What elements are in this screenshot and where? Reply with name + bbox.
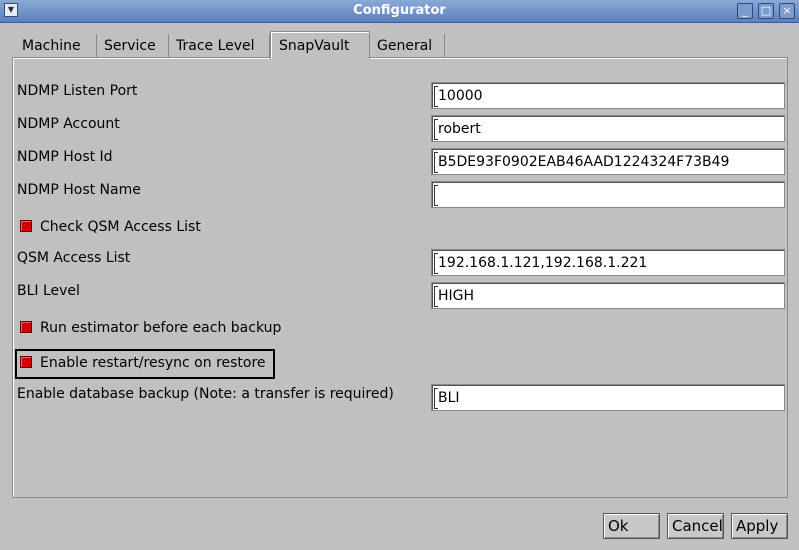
ndmp-listen-port-input[interactable] xyxy=(431,82,785,109)
enable-restart-label: Enable restart/resync on restore xyxy=(40,355,266,371)
tab-trace-level[interactable]: Trace Level xyxy=(168,34,270,58)
apply-button[interactable]: Apply xyxy=(731,513,788,539)
checkbox-checked-icon xyxy=(20,356,32,368)
database-backup-label: Enable database backup (Note: a transfer… xyxy=(17,386,394,402)
tab-snapvault[interactable]: SnapVault xyxy=(270,31,370,59)
minimize-icon[interactable]: _ xyxy=(737,3,753,19)
qsm-access-list-label: QSM Access List xyxy=(17,250,131,266)
checkbox-checked-icon xyxy=(20,220,32,232)
maximize-icon[interactable]: □ xyxy=(758,3,774,19)
tab-service[interactable]: Service xyxy=(96,34,169,58)
window-title: Configurator xyxy=(353,3,446,18)
database-backup-input[interactable] xyxy=(431,384,785,411)
run-estimator-label: Run estimator before each backup xyxy=(40,320,282,336)
close-icon[interactable]: × xyxy=(779,3,795,19)
bli-level-input[interactable] xyxy=(431,282,785,309)
run-estimator-checkbox[interactable]: Run estimator before each backup xyxy=(20,320,281,336)
ndmp-host-id-input[interactable] xyxy=(431,148,785,175)
bli-level-label: BLI Level xyxy=(17,283,80,299)
enable-restart-checkbox[interactable]: Enable restart/resync on restore xyxy=(20,355,266,371)
tab-general[interactable]: General xyxy=(369,34,445,58)
checkbox-checked-icon xyxy=(20,321,32,333)
tab-machine[interactable]: Machine xyxy=(14,34,97,58)
ok-button[interactable]: Ok xyxy=(603,513,660,539)
ndmp-host-name-input[interactable] xyxy=(431,181,785,208)
ndmp-account-input[interactable] xyxy=(431,115,785,142)
ndmp-host-name-label: NDMP Host Name xyxy=(17,182,141,198)
title-bar: ▼ Configurator _ □ × xyxy=(0,0,799,23)
qsm-access-list-input[interactable] xyxy=(431,249,785,276)
ndmp-listen-port-label: NDMP Listen Port xyxy=(17,83,138,99)
check-qsm-label: Check QSM Access List xyxy=(40,219,201,235)
ndmp-account-label: NDMP Account xyxy=(17,116,120,132)
ndmp-host-id-label: NDMP Host Id xyxy=(17,149,113,165)
cancel-button[interactable]: Cancel xyxy=(667,513,724,539)
check-qsm-checkbox[interactable]: Check QSM Access List xyxy=(20,219,201,235)
